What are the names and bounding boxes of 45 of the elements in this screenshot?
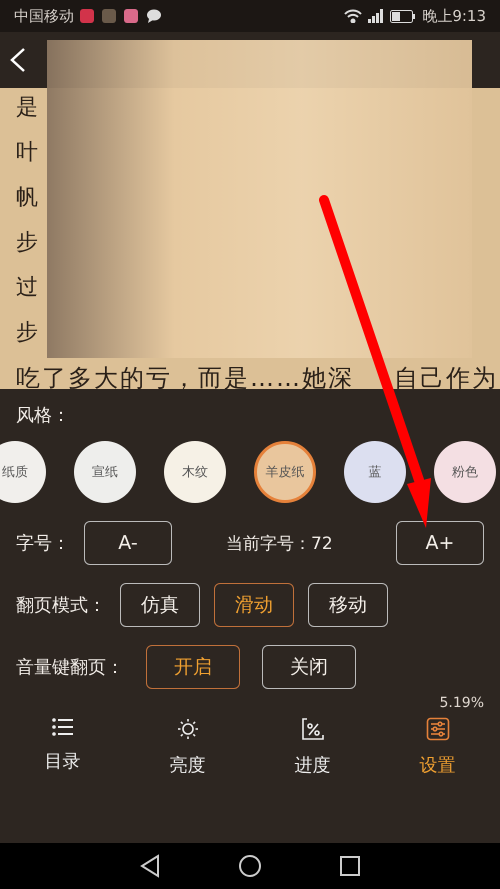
page-mode-option[interactable]: 移动	[308, 583, 388, 627]
style-option[interactable]: 羊皮纸	[254, 441, 316, 503]
app-notification-icon	[80, 8, 140, 24]
page-mode-option[interactable]: 仿真	[120, 583, 200, 627]
page-mode-label: 翻页模式：	[16, 594, 106, 617]
page-text-line: 吃了多大的亏，而是……她深	[16, 363, 354, 393]
page-text-fragment: 是	[16, 94, 39, 122]
battery-icon	[390, 10, 416, 22]
back-icon[interactable]	[138, 854, 161, 878]
recents-icon[interactable]	[339, 855, 362, 877]
page-text-fragment: 叶	[16, 139, 39, 167]
home-icon[interactable]	[238, 854, 262, 878]
wifi-icon	[344, 9, 362, 23]
page-text-fragment: 步	[16, 229, 39, 257]
decrease-font-button[interactable]: A-	[84, 521, 172, 565]
style-option[interactable]: 粉色	[434, 441, 496, 503]
page-text-fragment: 步	[16, 319, 39, 347]
current-font-size: 当前字号：72	[226, 532, 334, 554]
volume-key-option[interactable]: 关闭	[262, 645, 356, 689]
style-option[interactable]: 蓝	[344, 441, 406, 503]
font-size-label: 字号：	[16, 532, 70, 555]
nav-tab[interactable]: 亮度	[142, 717, 232, 777]
page-text-line: 自己作为	[394, 363, 498, 393]
nav-tab[interactable]: 设置	[392, 717, 482, 777]
carrier-name: 中国移动	[14, 6, 74, 26]
percent-text: 5.19%	[440, 695, 485, 711]
style-option[interactable]: 纸质	[0, 441, 46, 503]
sun-icon	[176, 717, 200, 741]
volume-key-label: 音量键翻页：	[16, 656, 124, 679]
page-text-fragment: 帆	[16, 184, 39, 212]
settings-icon	[426, 717, 450, 741]
page-text-fragment: 过	[16, 274, 39, 302]
style-label: 风格：	[15, 404, 71, 427]
page-mode-option[interactable]: 滑动	[214, 583, 294, 627]
clock-time: 晚上9:13	[422, 6, 486, 26]
style-option[interactable]: 宣纸	[74, 441, 136, 503]
list-icon	[50, 717, 74, 737]
percent-icon	[300, 717, 324, 741]
volume-key-option[interactable]: 开启	[146, 645, 240, 689]
signal-icon	[368, 9, 384, 23]
nav-tab[interactable]: 进度	[268, 717, 358, 777]
nav-tab[interactable]: 目录	[18, 717, 108, 777]
style-option[interactable]: 木纹	[164, 441, 226, 503]
chat-bubble-icon	[146, 9, 162, 23]
increase-font-button[interactable]: A+	[396, 521, 484, 565]
